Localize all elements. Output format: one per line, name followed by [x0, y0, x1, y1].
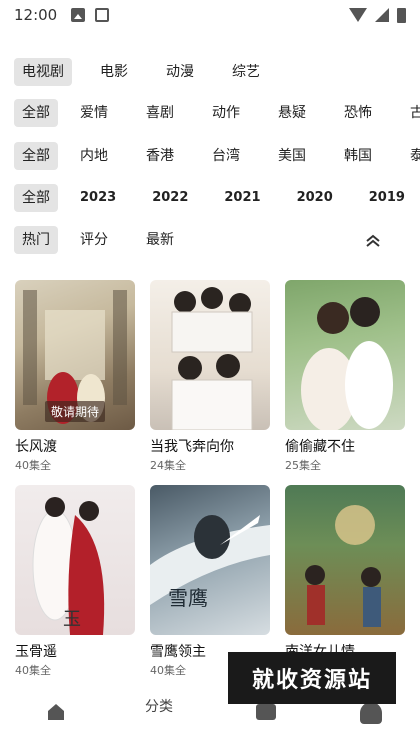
poster-art [305, 505, 381, 627]
poster-label: 敬请期待 [45, 401, 106, 422]
genre-romance[interactable]: 爱情 [72, 99, 116, 127]
poster-art [171, 287, 253, 430]
watermark: 就收资源站 [228, 652, 396, 704]
status-time: 12:00 [14, 6, 58, 24]
sort-rating[interactable]: 评分 [72, 226, 116, 254]
genre-all[interactable]: 全部 [14, 99, 58, 127]
sort-filters: 热门 评分 最新 [0, 225, 420, 255]
show-episodes: 24集全 [150, 459, 186, 472]
year-2019[interactable]: 2019 [361, 184, 413, 212]
genre-horror[interactable]: 恐怖 [336, 99, 380, 127]
tab-tv-series[interactable]: 电视剧 [14, 58, 72, 86]
signal-icon [375, 8, 389, 22]
show-title: 玉骨遥 [15, 644, 57, 660]
show-poster[interactable] [150, 280, 270, 430]
show-title: 偷偷藏不住 [285, 439, 355, 455]
region-mainland[interactable]: 内地 [72, 142, 116, 170]
category-tabs: 电视剧 电影 动漫 综艺 [0, 57, 420, 87]
status-bar: 12:00 [0, 0, 420, 30]
region-korea[interactable]: 韩国 [336, 142, 380, 170]
poster-art [301, 297, 393, 430]
show-episodes: 25集全 [285, 459, 321, 472]
year-2021[interactable]: 2021 [216, 184, 268, 212]
show-card[interactable]: 雪鹰 雪鹰领主 40集全 [150, 485, 270, 678]
genre-mystery[interactable]: 悬疑 [270, 99, 314, 127]
genre-action[interactable]: 动作 [204, 99, 248, 127]
year-2020[interactable]: 2020 [289, 184, 341, 212]
show-card[interactable]: 偷偷藏不住 25集全 [285, 280, 405, 473]
show-title: 长风渡 [15, 439, 57, 455]
region-hongkong[interactable]: 香港 [138, 142, 182, 170]
battery-icon [397, 7, 406, 23]
show-poster[interactable] [285, 485, 405, 635]
home-icon[interactable] [46, 702, 66, 722]
region-thailand[interactable]: 泰国 [402, 142, 420, 170]
svg-text:玉: 玉 [63, 609, 81, 630]
year-filters: 全部 2023 2022 2021 2020 2019 20 [0, 183, 420, 213]
show-episodes: 40集全 [15, 459, 51, 472]
show-title: 当我飞奔向你 [150, 439, 234, 455]
tab-movie[interactable]: 电影 [92, 58, 136, 86]
sort-popular[interactable]: 热门 [14, 226, 58, 254]
tab-variety[interactable]: 综艺 [224, 58, 268, 86]
region-all[interactable]: 全部 [14, 142, 58, 170]
show-poster[interactable]: 敬请期待 [15, 280, 135, 430]
poster-art: 雪鹰 [150, 515, 270, 610]
app-notification-icon [95, 8, 110, 22]
svg-text:雪鹰: 雪鹰 [168, 586, 208, 610]
image-notification-icon [71, 8, 86, 22]
show-card[interactable]: 玉 玉骨遥 40集全 [15, 485, 135, 678]
region-filters: 全部 内地 香港 台湾 美国 韩国 泰国 [0, 141, 420, 171]
show-card[interactable]: 当我飞奔向你 24集全 [150, 280, 270, 473]
user-icon[interactable] [360, 702, 382, 724]
year-all[interactable]: 全部 [14, 184, 58, 212]
region-taiwan[interactable]: 台湾 [204, 142, 248, 170]
genre-comedy[interactable]: 喜剧 [138, 99, 182, 127]
region-usa[interactable]: 美国 [270, 142, 314, 170]
sort-newest[interactable]: 最新 [138, 226, 182, 254]
show-poster[interactable]: 玉 [15, 485, 135, 635]
nav-category[interactable]: 分类 [145, 696, 173, 716]
year-2022[interactable]: 2022 [144, 184, 196, 212]
show-episodes: 40集全 [15, 664, 51, 677]
chevron-up-icon[interactable] [364, 231, 382, 249]
genre-filters: 全部 爱情 喜剧 动作 悬疑 恐怖 古装 [0, 98, 420, 128]
play-icon[interactable] [256, 704, 276, 720]
wifi-icon [349, 8, 367, 22]
show-poster[interactable]: 雪鹰 [150, 485, 270, 635]
year-2023[interactable]: 2023 [72, 184, 124, 212]
genre-costume[interactable]: 古装 [402, 99, 420, 127]
show-card[interactable]: 敬请期待 长风渡 40集全 [15, 280, 135, 473]
poster-art: 玉 [32, 497, 105, 635]
tab-anime[interactable]: 动漫 [158, 58, 202, 86]
show-poster[interactable] [285, 280, 405, 430]
show-card[interactable]: 南洋女儿情 [285, 485, 405, 678]
